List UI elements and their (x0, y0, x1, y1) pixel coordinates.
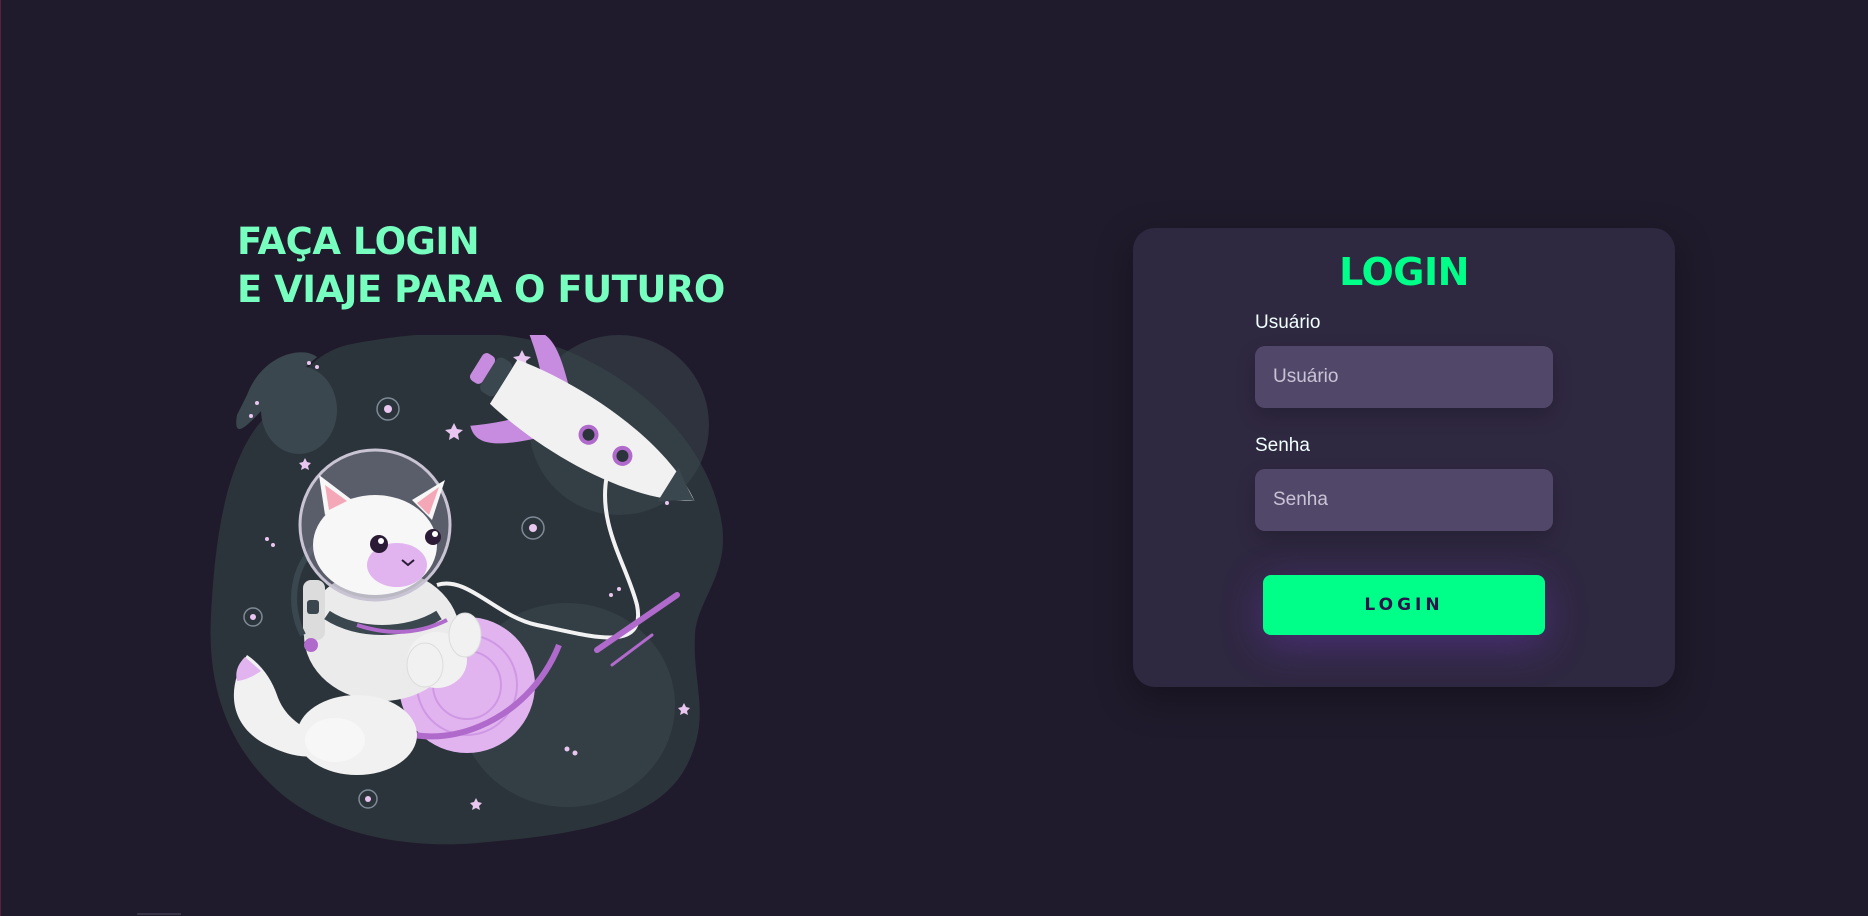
password-label: Senha (1255, 435, 1310, 456)
password-input[interactable] (1255, 469, 1553, 531)
headline-line-1: FAÇA LOGIN (237, 220, 480, 263)
hero-section: FAÇA LOGIN E VIAJE PARA O FUTURO (237, 218, 797, 314)
login-card: LOGIN Usuário Senha LOGIN (1133, 228, 1675, 687)
username-input[interactable] (1255, 346, 1553, 408)
login-page: FAÇA LOGIN E VIAJE PARA O FUTURO LOGIN U… (0, 0, 1868, 916)
username-label: Usuário (1255, 312, 1321, 333)
login-title: LOGIN (1339, 250, 1469, 294)
bottom-divider (137, 913, 181, 915)
headline-line-2: E VIAJE PARA O FUTURO (237, 268, 725, 311)
astronaut-cat-illustration (210, 335, 723, 845)
hero-headline: FAÇA LOGIN E VIAJE PARA O FUTURO (237, 218, 797, 314)
login-button[interactable]: LOGIN (1263, 575, 1545, 635)
